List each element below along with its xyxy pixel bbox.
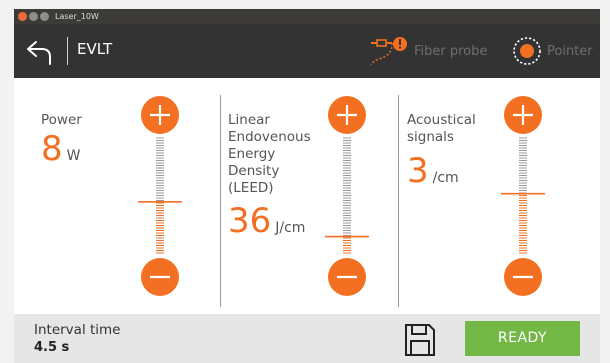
back-button[interactable] [24,36,54,66]
back-arrow-icon [27,41,51,65]
acoustical-panel: Acoustical signals 3/cm [399,78,600,314]
acoustical-increase-button[interactable] [504,96,542,134]
acoustical-decrease-button[interactable] [504,258,542,296]
fiber-probe-icon [370,37,407,66]
leed-increase-button[interactable] [328,96,366,134]
minus-icon [150,275,170,279]
leed-label-line: Density [228,163,280,179]
fiber-probe-status[interactable]: Fiber probe [367,35,517,67]
power-slider[interactable] [138,96,182,296]
save-icon [405,324,435,356]
pointer-icon [513,37,541,65]
ready-button[interactable]: READY [465,321,580,356]
power-label: Power [41,112,82,129]
leed-readout: 36 J/cm [228,204,305,245]
power-increase-button[interactable] [141,96,179,134]
minimize-window-button[interactable] [29,12,38,21]
power-panel: Power 8W [14,78,220,314]
plus-icon [150,105,170,125]
interval-time-label: Interval time [34,322,121,338]
maximize-window-button[interactable] [40,12,49,21]
power-value: 8 [41,129,63,169]
plus-icon [513,105,533,125]
pointer-toggle[interactable]: Pointer [511,35,601,67]
power-unit: W [66,148,81,164]
acoustical-label: Acoustical signals [407,112,476,146]
title-bar: Laser_10W [14,9,600,24]
power-label-line: Power [41,112,82,128]
leed-label-line: (LEED) [228,180,274,196]
acoustical-unit: /cm [432,170,459,186]
power-readout: 8W [41,132,80,173]
footer-bar: Interval time 4.5 s READY [14,314,600,363]
close-window-button[interactable] [18,12,27,21]
acoustical-label-line: signals [407,129,454,145]
acoustical-slider[interactable] [501,96,545,296]
minus-icon [513,275,533,279]
leed-label-line: Energy [228,146,276,162]
leed-decrease-button[interactable] [328,258,366,296]
acoustical-value: 3 [407,151,429,191]
window-title: Laser_10W [55,12,99,21]
header-divider [67,37,68,65]
leed-label-line: Endovenous [228,129,311,145]
app-header: EVLT Fiber probe Pointer [14,24,600,78]
pointer-label: Pointer [547,44,593,59]
leed-label-line: Linear [228,112,270,128]
acoustical-label-line: Acoustical [407,112,476,128]
leed-value: 36 [228,201,272,241]
leed-slider[interactable] [325,96,369,296]
minus-icon [337,275,357,279]
leed-panel: Linear Endovenous Energy Density (LEED) … [221,78,398,314]
app-window: Laser_10W EVLT Fiber probe Pointer Power… [14,9,600,363]
leed-unit: J/cm [275,220,306,236]
power-decrease-button[interactable] [141,258,179,296]
interval-time-value: 4.5 s [34,340,70,355]
fiber-probe-label: Fiber probe [414,44,488,59]
save-button[interactable] [403,322,437,358]
leed-label: Linear Endovenous Energy Density (LEED) [228,112,311,197]
plus-icon [337,105,357,125]
page-title: EVLT [77,40,113,58]
acoustical-readout: 3/cm [407,154,459,195]
